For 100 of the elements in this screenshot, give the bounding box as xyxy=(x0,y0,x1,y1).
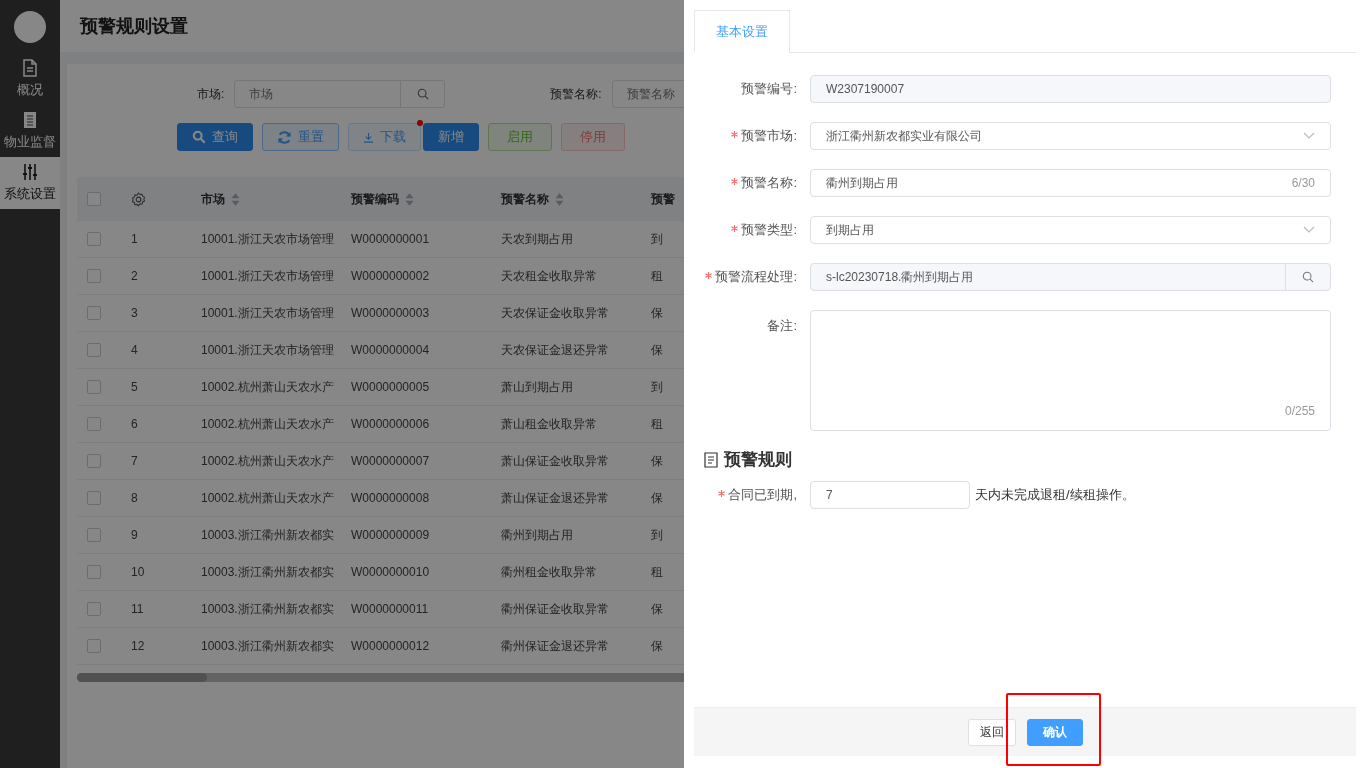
field-label: 预警流程处理: xyxy=(715,268,797,286)
table-cell: W0000000001 xyxy=(351,232,430,246)
search-icon xyxy=(416,88,429,100)
tab[interactable]: 基本设置 xyxy=(694,10,790,53)
input-field[interactable]: 衢州到期占用 6/30 xyxy=(810,169,1331,197)
input-field[interactable]: 7 xyxy=(810,481,970,509)
section-title: 预警规则 xyxy=(724,449,792,471)
select-all-checkbox[interactable] xyxy=(87,192,101,206)
rule-text: 天内未完成退租/续租操作。 xyxy=(975,486,1135,504)
toolbar-button[interactable]: 查询 xyxy=(177,123,253,151)
row-checkbox[interactable] xyxy=(87,639,101,653)
table-cell: 到 xyxy=(651,230,663,248)
table-cell: 10001.浙江天农市场管理 xyxy=(201,267,334,285)
table-cell: 租 xyxy=(651,267,663,285)
table-cell: 8 xyxy=(131,491,138,505)
column-header[interactable]: 预警 xyxy=(651,190,675,208)
sort-icon[interactable] xyxy=(231,192,240,206)
overlay-mask[interactable] xyxy=(0,0,684,768)
table-cell: 10003.浙江衢州新农都实 xyxy=(201,600,334,618)
row-checkbox[interactable] xyxy=(87,306,101,320)
table-cell: 天农保证金收取异常 xyxy=(501,304,609,322)
search-icon xyxy=(1302,271,1314,283)
column-header[interactable]: 市场 xyxy=(201,190,225,208)
table-cell: 租 xyxy=(651,563,663,581)
table-cell: 衢州到期占用 xyxy=(501,526,573,544)
row-checkbox[interactable] xyxy=(87,232,101,246)
select-field[interactable]: 到期占用 xyxy=(810,216,1331,244)
chevron-down-icon xyxy=(1303,132,1315,140)
table-cell: 10 xyxy=(131,565,145,579)
table-cell: 保 xyxy=(651,489,663,507)
table-cell: 保 xyxy=(651,452,663,470)
table-cell: 萧山保证金退还异常 xyxy=(501,489,609,507)
table-cell: W0000000007 xyxy=(351,454,430,468)
table-cell: 到 xyxy=(651,526,663,544)
sidebar-item[interactable]: 物业监督 xyxy=(0,105,60,157)
sidebar-item[interactable]: 概况 xyxy=(0,53,60,105)
field-label: 预警市场: xyxy=(741,127,797,145)
table-cell: 7 xyxy=(131,454,138,468)
table-cell: 保 xyxy=(651,637,663,655)
field-label: 合同已到期, xyxy=(728,486,797,504)
table-cell: 1 xyxy=(131,232,138,246)
table-cell: 天农保证金退还异常 xyxy=(501,341,609,359)
download-icon xyxy=(363,131,374,143)
table-cell: W0000000006 xyxy=(351,417,430,431)
row-checkbox[interactable] xyxy=(87,565,101,579)
row-checkbox[interactable] xyxy=(87,602,101,616)
lookup-field[interactable]: s-lc20230718.衢州到期占用 xyxy=(810,263,1331,291)
table-cell: 10003.浙江衢州新农都实 xyxy=(201,637,334,655)
textarea-field[interactable]: 0/255 xyxy=(810,310,1331,431)
filter-label: 市场: xyxy=(197,85,225,103)
input-field[interactable]: W2307190007 xyxy=(810,75,1331,103)
sidebar-item[interactable]: 系统设置 xyxy=(0,157,60,209)
sort-icon[interactable] xyxy=(405,192,414,206)
footer-button[interactable]: 返回 xyxy=(967,718,1016,746)
sliders-icon xyxy=(22,163,38,181)
search-field[interactable]: 预警名称 xyxy=(611,80,684,108)
sort-icon[interactable] xyxy=(555,192,564,206)
page-title: 预警规则设置 xyxy=(80,15,188,38)
row-checkbox[interactable] xyxy=(87,269,101,283)
table-cell: 萧山到期占用 xyxy=(501,378,573,396)
table-cell: 10002.杭州萧山天农水产 xyxy=(201,378,334,396)
row-checkbox[interactable] xyxy=(87,528,101,542)
table-cell: 10001.浙江天农市场管理 xyxy=(201,304,334,322)
field-label: 预警类型: xyxy=(741,221,797,239)
scrollbar-thumb[interactable] xyxy=(77,673,207,682)
chevron-down-icon xyxy=(1303,226,1315,234)
row-checkbox[interactable] xyxy=(87,454,101,468)
avatar-circle[interactable] xyxy=(14,11,46,43)
table-cell: 11 xyxy=(131,602,144,616)
table-cell: 10001.浙江天农市场管理 xyxy=(201,230,334,248)
table-cell: 10001.浙江天农市场管理 xyxy=(201,341,334,359)
table-cell: 3 xyxy=(131,306,138,320)
table-cell: 10002.杭州萧山天农水产 xyxy=(201,489,334,507)
table-cell: 保 xyxy=(651,600,663,618)
column-header[interactable]: 预警编码 xyxy=(351,190,399,208)
footer-button[interactable]: 确认 xyxy=(1026,718,1083,746)
search-field[interactable]: 市场 xyxy=(234,80,402,108)
table-cell: 9 xyxy=(131,528,138,542)
toolbar-button[interactable]: 新增 xyxy=(423,123,479,151)
field-label: 预警编号: xyxy=(741,80,797,98)
table-cell: W0000000009 xyxy=(351,528,430,542)
row-checkbox[interactable] xyxy=(87,491,101,505)
table-cell: 萧山保证金收取异常 xyxy=(501,452,609,470)
column-header[interactable]: 预警名称 xyxy=(501,190,549,208)
row-checkbox[interactable] xyxy=(87,380,101,394)
row-checkbox[interactable] xyxy=(87,417,101,431)
table-cell: 萧山租金收取异常 xyxy=(501,415,597,433)
table-cell: W0000000004 xyxy=(351,343,430,357)
table-cell: 12 xyxy=(131,639,145,653)
table-cell: 4 xyxy=(131,343,138,357)
search-button[interactable] xyxy=(401,80,446,108)
row-checkbox[interactable] xyxy=(87,343,101,357)
field-label: 备注: xyxy=(767,317,797,335)
table-cell: 10003.浙江衢州新农都实 xyxy=(201,526,334,544)
select-field[interactable]: 浙江衢州新农都实业有限公司 xyxy=(810,122,1331,150)
filter-label: 预警名称: xyxy=(550,85,602,103)
settings-icon[interactable] xyxy=(131,191,146,207)
table-cell: 5 xyxy=(131,380,138,394)
table-cell: 天农租金收取异常 xyxy=(501,267,597,285)
table-cell: 10002.杭州萧山天农水产 xyxy=(201,415,334,433)
